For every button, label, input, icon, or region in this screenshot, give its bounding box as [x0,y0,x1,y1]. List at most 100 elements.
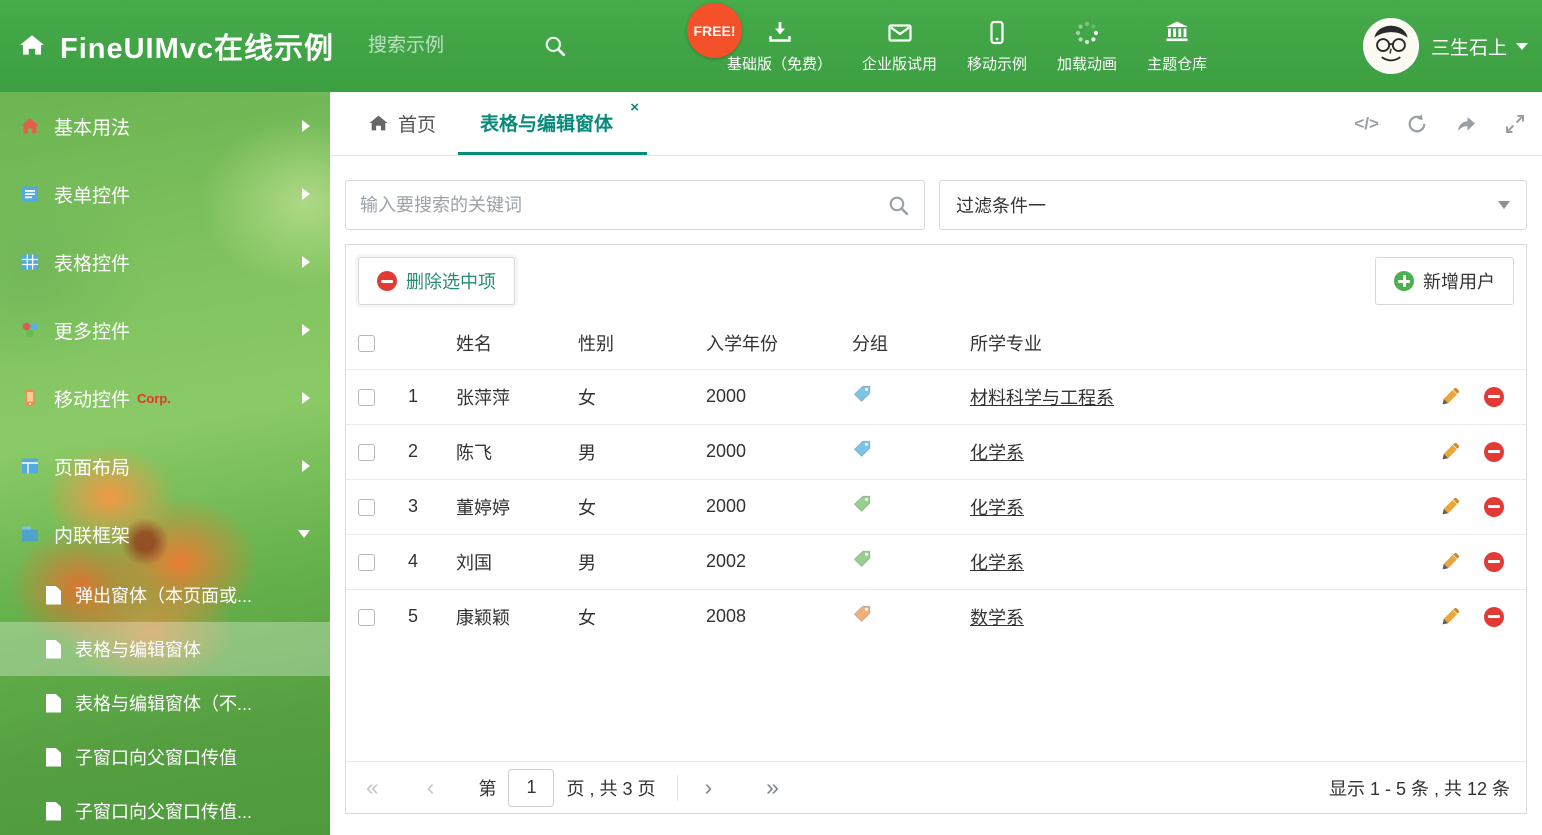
delete-row-icon[interactable] [1484,496,1504,517]
sidebar-item-label: 表单控件 [54,185,131,207]
sidebar-item-label: 页面布局 [54,457,131,479]
nav-item-loading-animation[interactable]: 加载动画 [1042,0,1132,92]
keyword-search-box[interactable] [345,180,925,230]
edit-pencil-icon[interactable] [1440,497,1460,517]
row-checkbox[interactable] [358,498,375,516]
home-icon [369,115,388,131]
last-page-button[interactable]: » [762,774,783,801]
delete-row-icon[interactable] [1484,551,1504,572]
first-page-button[interactable]: « [362,774,383,801]
share-forward-icon[interactable] [1455,113,1477,135]
avatar-face [1365,20,1417,72]
source-code-icon[interactable]: </> [1354,114,1379,134]
select-all-checkbox[interactable] [358,335,375,352]
user-menu[interactable]: 三生石上 [1431,33,1528,60]
cell-year: 2008 [706,606,747,627]
row-number: 4 [408,551,419,571]
row-number: 3 [408,496,419,516]
corp-badge: Corp. [137,390,171,406]
keyword-search-input[interactable] [360,194,887,216]
sidebar-item-mobile-controls[interactable]: 移动控件 Corp. [0,364,330,432]
app-home-icon [20,35,44,55]
nav-item-basic-edition[interactable]: 基础版（免费） [712,0,847,92]
layout-icon [22,458,38,474]
file-icon [46,585,61,605]
sidebar-item-basic-usage[interactable]: 基本用法 [0,92,330,160]
tab-label: 首页 [398,115,437,136]
major-link[interactable]: 化学系 [970,443,1024,463]
nav-item-label: 企业版试用 [862,55,938,73]
chevron-right-icon [302,188,310,200]
mobile-icon [990,20,1004,44]
prev-page-button[interactable]: ‹ [423,774,439,801]
delete-row-icon[interactable] [1484,386,1504,407]
sidebar-subitem-popup-window[interactable]: 弹出窗体（本页面或... [0,568,330,622]
add-user-button[interactable]: 新增用户 [1375,257,1514,305]
delete-row-icon[interactable] [1484,606,1504,627]
sidebar-subitem-grid-edit-window-2[interactable]: 表格与编辑窗体（不... [0,676,330,730]
user-avatar[interactable] [1362,18,1419,74]
delete-selected-button[interactable]: 删除选中项 [358,257,515,305]
sidebar-item-form-controls[interactable]: 表单控件 [0,160,330,228]
sidebar-item-more-controls[interactable]: 更多控件 [0,296,330,364]
fullscreen-icon[interactable] [1504,113,1526,135]
cell-gender: 男 [578,552,596,573]
app-brand[interactable]: FineUIMvc在线示例 [0,25,334,67]
nav-item-enterprise-trial[interactable]: 企业版试用 [847,0,952,92]
tab-grid-edit-window[interactable]: 表格与编辑窗体 × [458,92,648,155]
chevron-right-icon [302,392,310,404]
search-icon[interactable] [887,194,910,217]
cell-name: 康颖颖 [456,607,510,628]
sidebar-subitem-child-to-parent[interactable]: 子窗口向父窗口传值 [0,730,330,784]
search-icon[interactable] [543,34,567,58]
sidebar-subitem-label: 弹出窗体（本页面或... [75,586,253,606]
sidebar-item-label: 基本用法 [54,117,131,139]
refresh-icon[interactable] [1406,113,1428,135]
page: FineUIMvc在线示例 FREE! 基础版（免费） 企业版试用 移动示例 [0,0,1542,835]
row-number: 1 [408,386,419,406]
row-checkbox[interactable] [358,609,375,626]
cell-gender: 女 [578,497,596,518]
chevron-down-icon [298,530,310,538]
major-link[interactable]: 化学系 [970,553,1024,573]
major-link[interactable]: 数学系 [970,608,1024,628]
cell-gender: 女 [578,607,596,628]
filter-dropdown-value: 过滤条件一 [956,196,1046,216]
chevron-right-icon [302,256,310,268]
table-row: 2 陈飞 男 2000 化学系 [346,424,1526,479]
bank-icon [1166,21,1189,41]
nav-item-theme-store[interactable]: 主题仓库 [1132,0,1222,92]
tab-home[interactable]: 首页 [346,92,458,155]
row-checkbox[interactable] [358,388,375,406]
main-area: 首页 表格与编辑窗体 × </> 输入要搜索的关键词 过滤条件一 删除选中项 新… [330,92,1542,835]
major-link[interactable]: 材料科学与工程系 [970,388,1114,408]
sidebar-subitem-child-to-parent-2[interactable]: 子窗口向父窗口传值... [0,784,330,835]
cell-gender: 男 [578,442,596,463]
major-link[interactable]: 化学系 [970,498,1024,518]
page-number-input[interactable] [508,768,555,807]
app-title: FineUIMvc在线示例 [60,33,335,65]
chevron-right-icon [302,324,310,336]
tag-icon [853,550,871,568]
nav-item-label: 移动示例 [967,55,1028,73]
cell-year: 2000 [706,441,747,461]
edit-pencil-icon[interactable] [1440,552,1460,572]
edit-pencil-icon[interactable] [1440,607,1460,627]
sidebar-subitem-grid-edit-window[interactable]: 表格与编辑窗体 [0,622,330,676]
sidebar-item-page-layout[interactable]: 页面布局 [0,432,330,500]
sidebar-item-grid-controls[interactable]: 表格控件 [0,228,330,296]
edit-pencil-icon[interactable] [1440,442,1460,462]
nav-item-mobile-demo[interactable]: 移动示例 [952,0,1042,92]
tag-icon [853,495,871,513]
tab-close-icon[interactable]: × [630,100,639,115]
row-checkbox[interactable] [358,553,375,571]
filter-dropdown[interactable]: 过滤条件一 [939,180,1527,230]
delete-row-icon[interactable] [1484,441,1504,462]
edit-pencil-icon[interactable] [1440,387,1460,407]
sidebar-item-iframe[interactable]: 内联框架 [0,500,330,568]
header-search-input[interactable] [368,35,544,57]
header-search[interactable] [368,34,598,58]
row-checkbox[interactable] [358,443,375,461]
table-row: 5 康颖颖 女 2008 数学系 [346,589,1526,644]
next-page-button[interactable]: › [700,774,716,801]
